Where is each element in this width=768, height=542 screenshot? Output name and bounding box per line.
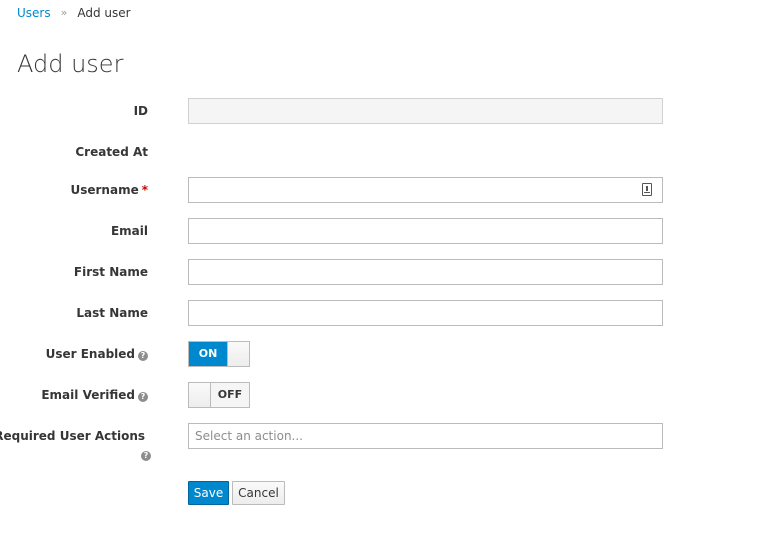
breadcrumb: Users » Add user bbox=[17, 5, 131, 21]
save-button[interactable]: Save bbox=[188, 481, 229, 505]
created-at-label: Created At bbox=[75, 145, 148, 159]
username-input[interactable] bbox=[188, 177, 663, 203]
last-name-label: Last Name bbox=[76, 306, 148, 320]
required-actions-select[interactable]: Select an action... bbox=[188, 423, 663, 449]
id-field bbox=[188, 98, 663, 124]
user-enabled-toggle[interactable]: ON bbox=[188, 341, 250, 367]
question-circle-icon[interactable]: ? bbox=[138, 351, 148, 361]
first-name-label: First Name bbox=[73, 265, 148, 279]
email-input[interactable] bbox=[188, 218, 663, 244]
required-marker: * bbox=[141, 183, 148, 197]
id-label: ID bbox=[133, 104, 148, 118]
email-verified-label: Email Verified? bbox=[41, 387, 148, 403]
cancel-button[interactable]: Cancel bbox=[232, 481, 285, 505]
page-title: Add user bbox=[17, 50, 124, 78]
question-circle-icon[interactable]: ? bbox=[141, 451, 151, 461]
user-enabled-label: User Enabled? bbox=[46, 346, 148, 362]
toggle-knob bbox=[189, 383, 211, 407]
breadcrumb-users-link[interactable]: Users bbox=[17, 5, 51, 21]
first-name-input[interactable] bbox=[188, 259, 663, 285]
breadcrumb-separator: » bbox=[60, 6, 68, 19]
keyboard-lock-icon bbox=[642, 183, 652, 196]
question-circle-icon[interactable]: ? bbox=[138, 392, 148, 402]
toggle-knob bbox=[227, 342, 249, 366]
email-verified-toggle[interactable]: OFF bbox=[188, 382, 250, 408]
required-actions-label: Required User Actions bbox=[0, 429, 145, 443]
last-name-input[interactable] bbox=[188, 300, 663, 326]
breadcrumb-current: Add user bbox=[77, 6, 131, 20]
email-label: Email bbox=[110, 224, 148, 238]
toggle-off-label: OFF bbox=[211, 383, 249, 407]
toggle-on-label: ON bbox=[189, 342, 227, 366]
username-label: Username * bbox=[70, 183, 148, 197]
